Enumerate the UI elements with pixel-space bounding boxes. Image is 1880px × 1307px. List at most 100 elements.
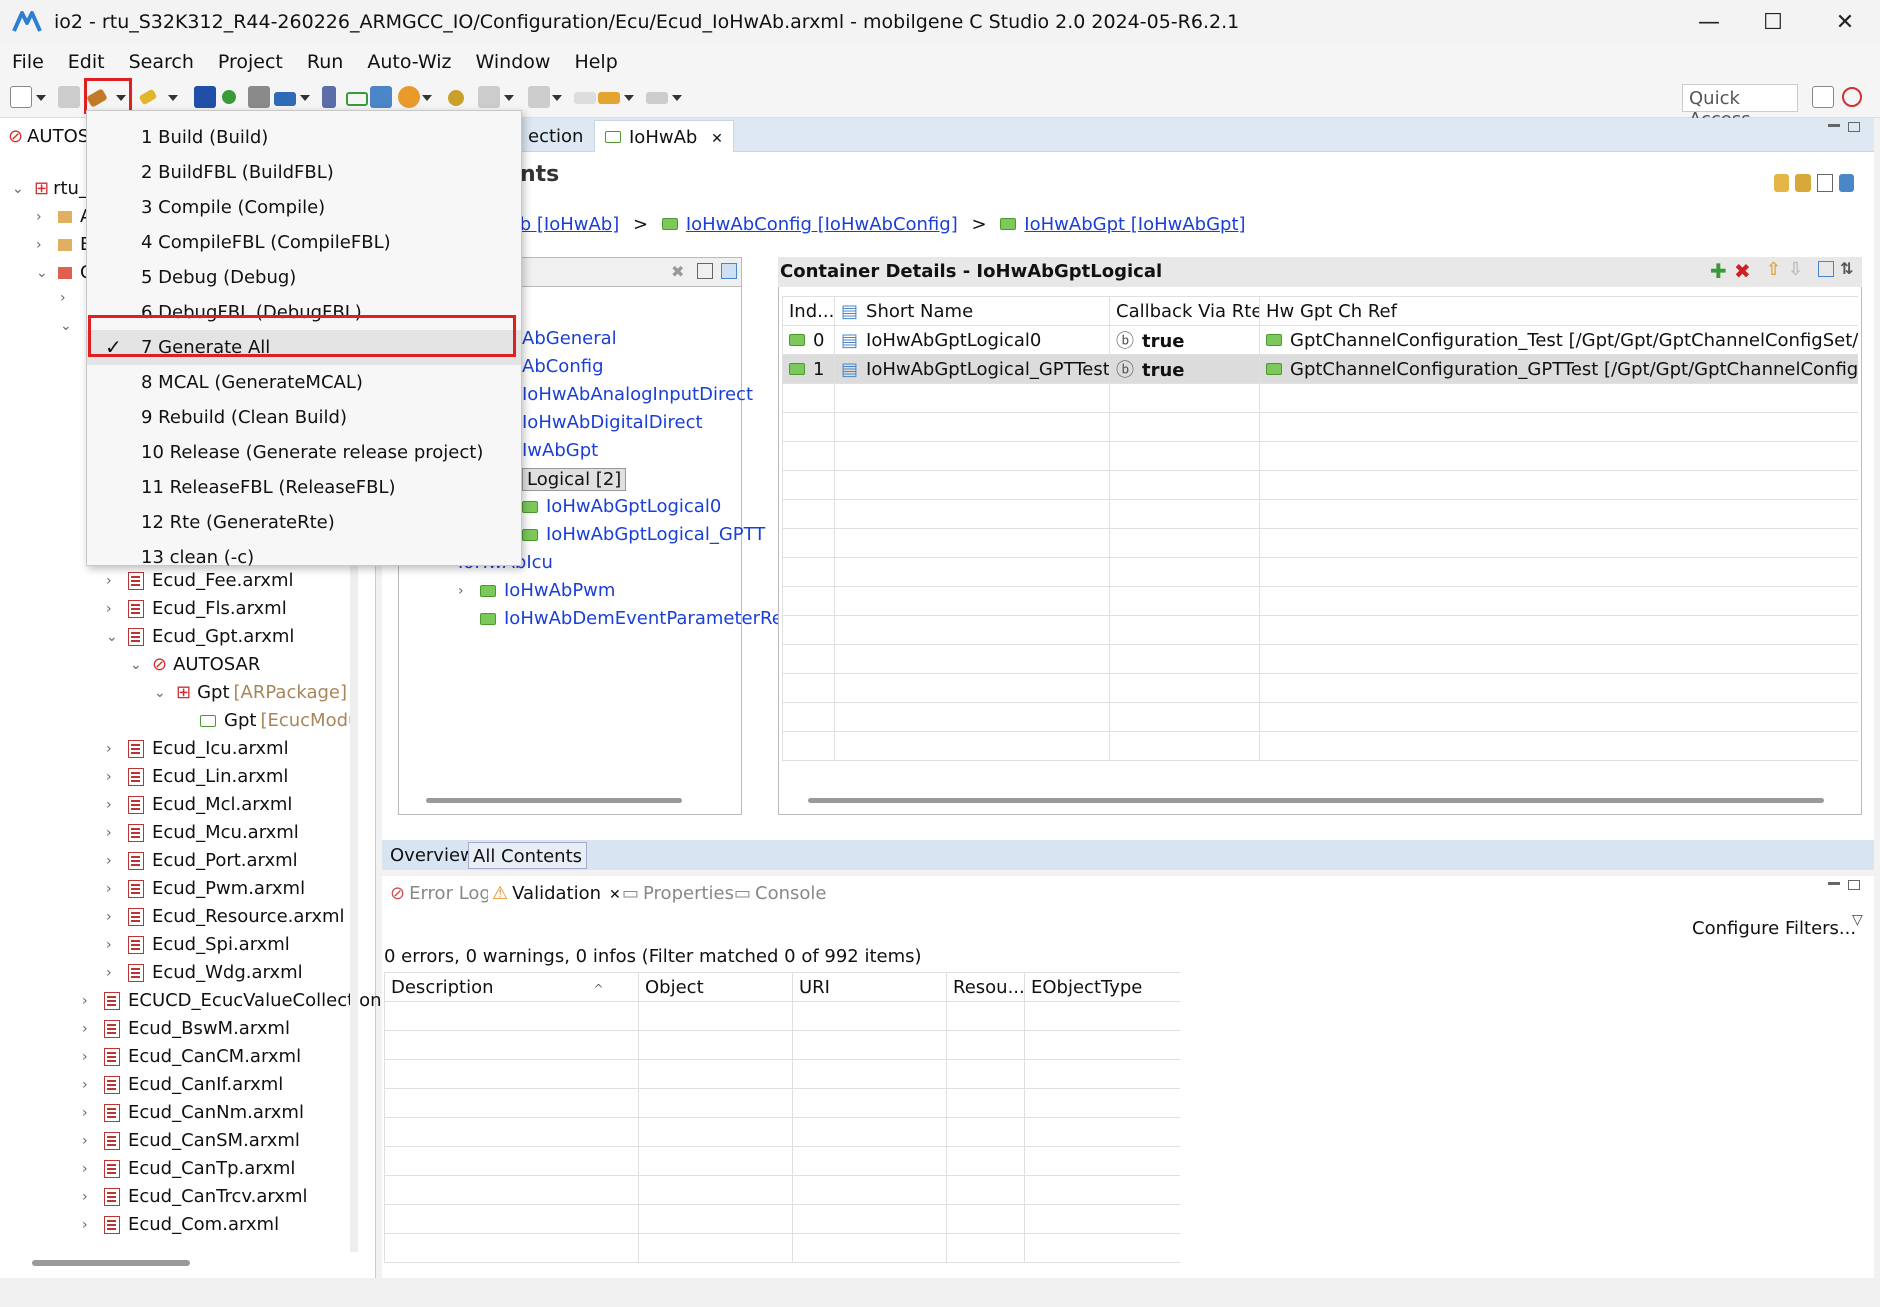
maximize-view-icon[interactable] [1848, 880, 1860, 890]
tree-horizontal-scrollbar[interactable] [426, 798, 682, 803]
build-menu-item[interactable]: 12 Rte (GenerateRte) [87, 505, 521, 540]
column-resource[interactable]: Resou... [946, 972, 1025, 1002]
column-short-name[interactable]: ▤ Short Name [834, 296, 1110, 326]
chevron-right-icon[interactable]: › [106, 825, 120, 841]
container-tree-item[interactable]: AbGeneral [522, 328, 617, 349]
move-down-icon[interactable]: ⇩ [1788, 259, 1803, 280]
build-menu-item[interactable]: 2 BuildFBL (BuildFBL) [87, 155, 521, 190]
tree-item[interactable]: › Ecud_Spi.arxml [106, 934, 290, 955]
chevron-down-icon[interactable]: ⌄ [106, 629, 120, 645]
tab-all-contents[interactable]: All Contents [468, 842, 588, 869]
column-callback-via-rte[interactable]: Callback Via Rte [1109, 296, 1260, 326]
build-menu-item[interactable]: 1 Build (Build) [87, 120, 521, 155]
tab-console[interactable]: ▭ Console [730, 880, 830, 907]
configure-filters-link[interactable]: Configure Filters... [1692, 918, 1856, 939]
warning-icon[interactable] [398, 86, 420, 108]
build-menu-item[interactable]: 11 ReleaseFBL (ReleaseFBL) [87, 470, 521, 505]
open-perspective-icon[interactable] [1812, 86, 1834, 108]
chevron-down-icon[interactable]: ⌄ [36, 265, 50, 281]
forward-dropdown-icon[interactable] [672, 95, 682, 101]
menu-window[interactable]: Window [476, 51, 551, 73]
collapse-all-icon[interactable] [697, 263, 713, 279]
tree-item[interactable]: › Ecud_Mcl.arxml [106, 794, 292, 815]
details-horizontal-scrollbar[interactable] [808, 798, 1824, 803]
minimize-button[interactable]: — [1674, 0, 1744, 44]
back-dropdown-icon[interactable] [624, 95, 634, 101]
container-tree-item[interactable]: IoHwAbGptLogical_GPTT [522, 524, 765, 545]
breadcrumb-iohwab[interactable]: b [IoHwAb] [520, 214, 620, 235]
last-edit-icon[interactable] [574, 92, 596, 104]
tree-item[interactable]: › Ecud_CanSM.arxml [82, 1130, 300, 1151]
chevron-right-icon[interactable]: › [106, 909, 120, 925]
save-icon[interactable] [58, 86, 80, 108]
table-settings-icon[interactable] [1818, 261, 1834, 277]
container-tree-item[interactable]: AbConfig [522, 356, 604, 377]
build-menu-item[interactable]: 4 CompileFBL (CompileFBL) [87, 225, 521, 260]
maximize-button[interactable]: ☐ [1738, 0, 1808, 44]
tree-item[interactable]: › Ecud_CanNm.arxml [82, 1102, 304, 1123]
tree-item[interactable]: › Ecud_CanCM.arxml [82, 1046, 301, 1067]
warning-dropdown-icon[interactable] [422, 95, 432, 101]
chevron-right-icon[interactable]: › [36, 237, 50, 253]
tree-item[interactable]: › Ecud_BswM.arxml [82, 1018, 290, 1039]
text-tool-icon[interactable] [194, 86, 216, 108]
chevron-right-icon[interactable]: › [82, 993, 96, 1009]
tree-item[interactable]: › Ecud_CanTp.arxml [82, 1158, 295, 1179]
column-index[interactable]: Ind... [782, 296, 835, 326]
tab-properties[interactable]: ▭ Properties [618, 880, 738, 907]
quick-access-input[interactable]: Quick Access [1682, 84, 1798, 130]
chevron-down-icon[interactable]: ⌄ [130, 657, 144, 673]
chevron-right-icon[interactable]: › [106, 797, 120, 813]
chevron-right-icon[interactable]: › [82, 1133, 96, 1149]
chevron-right-icon[interactable]: › [106, 741, 120, 757]
build-menu-item[interactable]: 5 Debug (Debug) [87, 260, 521, 295]
column-object[interactable]: Object [638, 972, 793, 1002]
add-element-icon[interactable]: ✚ [1710, 259, 1727, 283]
tree-item[interactable]: › Ecud_Com.arxml [82, 1214, 279, 1235]
tree-item[interactable]: › ECUCD_EcucValueCollection [82, 990, 382, 1011]
build-menu-item[interactable]: 10 Release (Generate release project) [87, 435, 521, 470]
forward-icon[interactable] [646, 92, 668, 104]
container-tree-item[interactable]: Logical [2] [522, 468, 627, 491]
tab-collection[interactable]: ection [518, 120, 593, 152]
back-icon[interactable] [598, 92, 620, 104]
tree-item-b[interactable]: › B [36, 234, 92, 255]
build-menu-item[interactable]: 9 Rebuild (Clean Build) [87, 400, 521, 435]
tab-validation[interactable]: ⚠ Validation ✕ [488, 880, 625, 907]
tree-expander[interactable]: ⌄ [60, 318, 82, 334]
tree-item[interactable]: ⌄ Ecud_Gpt.arxml [106, 626, 294, 647]
tree-item[interactable]: › Ecud_Resource.arxml [106, 906, 345, 927]
new-dropdown-icon[interactable] [36, 95, 46, 101]
close-button[interactable]: ✕ [1810, 0, 1880, 44]
tree-item-c[interactable]: ⌄ C [36, 262, 93, 283]
menu-help[interactable]: Help [574, 51, 617, 73]
tree-item[interactable]: Gpt [EcucModu [178, 710, 359, 731]
tree-root[interactable]: ⌄ ⊞ rtu_ [12, 178, 88, 199]
import-dropdown-icon[interactable] [300, 95, 310, 101]
run-icon[interactable] [138, 88, 158, 106]
menu-project[interactable]: Project [218, 51, 283, 73]
tree-item[interactable]: ⌄ ⊞ Gpt [ARPackage] [154, 682, 347, 703]
chevron-right-icon[interactable]: › [82, 1021, 96, 1037]
column-uri[interactable]: URI [792, 972, 947, 1002]
chevron-right-icon[interactable]: › [60, 290, 74, 306]
run-dropdown-icon[interactable] [168, 95, 178, 101]
next-annotation-icon[interactable] [478, 86, 500, 108]
table-row[interactable]: 1 ▤ IoHwAbGptLogical_GPTTest ⓑ true GptCha… [782, 354, 1858, 384]
tool-icon[interactable] [370, 86, 392, 108]
chevron-right-icon[interactable]: › [106, 853, 120, 869]
chevron-right-icon[interactable]: › [82, 1161, 96, 1177]
tree-item[interactable]: › Ecud_CanTrcv.arxml [82, 1186, 307, 1207]
prev-annotation-icon[interactable] [528, 86, 550, 108]
menu-edit[interactable]: Edit [68, 51, 105, 73]
chevron-right-icon[interactable]: › [82, 1189, 96, 1205]
report-icon[interactable] [322, 86, 336, 108]
tree-item-a[interactable]: › A [36, 206, 92, 227]
tree-item[interactable]: › Ecud_Mcu.arxml [106, 822, 299, 843]
menu-auto-wiz[interactable]: Auto-Wiz [367, 51, 451, 73]
tree-item[interactable]: › Ecud_Fls.arxml [106, 598, 287, 619]
column-eobjecttype[interactable]: EObjectType [1024, 972, 1180, 1002]
column-hw-gpt-ch-ref[interactable]: Hw Gpt Ch Ref [1259, 296, 1858, 326]
link-editor-icon[interactable] [721, 263, 737, 279]
chevron-right-icon[interactable]: › [106, 881, 120, 897]
